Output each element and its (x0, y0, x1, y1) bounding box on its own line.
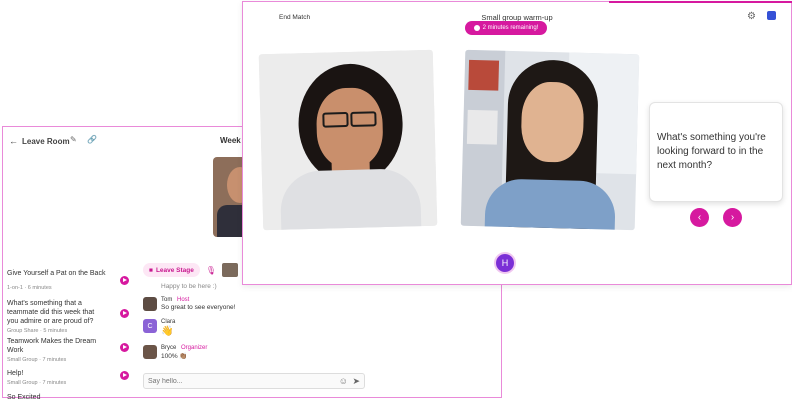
match-window: End Match Small group warm-up 2 minutes … (242, 1, 792, 285)
gear-icon[interactable]: ⚙ (747, 11, 756, 22)
play-icon[interactable] (120, 371, 129, 380)
chat-message-text: 100% 👏🏽 (161, 353, 188, 360)
next-question-button[interactable]: › (723, 208, 742, 227)
chat-message: C Clara 👋 (143, 319, 175, 337)
agenda-item[interactable]: Help! Small Group · 7 minutes (7, 369, 129, 386)
previous-question-button[interactable]: ‹ (690, 208, 709, 227)
chat-message-text: Happy to be here :) (161, 283, 217, 290)
emoji-icon[interactable]: ☺ (339, 376, 348, 386)
chat-message: Tom Host So great to see everyone! (143, 297, 235, 311)
self-video-thumbnail (222, 263, 239, 277)
camera-icon: ■ (149, 266, 153, 274)
chat-input[interactable] (148, 376, 328, 387)
chat-message-text: 👋 (161, 326, 174, 337)
chat-message-text: So great to see everyone! (161, 304, 236, 311)
timer-badge: 2 minutes remaining! (465, 21, 547, 35)
play-icon[interactable] (120, 276, 129, 285)
question-card: What's something you're looking forward … (649, 102, 783, 202)
question-text: What's something you're looking forward … (657, 132, 766, 171)
microphone-icon[interactable]: 🎙 (206, 266, 216, 275)
chat-author: Clara (161, 319, 176, 325)
agenda-item[interactable]: Give Yourself a Pat on the Back 1-on-1 ·… (7, 269, 129, 291)
stage-controls: ■ Leave Stage 🎙 ⋮ (143, 263, 252, 277)
role-badge: Organizer (181, 345, 208, 351)
chat-author: Bryce (161, 345, 177, 351)
send-icon[interactable]: ➤ (352, 376, 360, 387)
avatar: C (143, 319, 157, 333)
clock-icon (473, 25, 480, 31)
chat-message: Bryce Organizer 100% 👏🏽 (143, 345, 207, 360)
agenda-item[interactable]: Teamwork Makes the Dream Work Small Grou… (7, 337, 129, 363)
avatar (143, 297, 157, 311)
progress-line (609, 1, 792, 3)
avatar[interactable]: H (494, 252, 516, 274)
edit-pencil-icon[interactable]: ✎ (70, 135, 77, 144)
link-icon[interactable]: 🔗 (87, 135, 97, 144)
participant-video (258, 49, 438, 231)
play-icon[interactable] (120, 343, 129, 352)
back-arrow-icon: ← (9, 136, 18, 146)
leave-stage-button[interactable]: ■ Leave Stage (143, 263, 200, 277)
chat-input-box[interactable]: ☺ ➤ (143, 373, 365, 389)
app-icon[interactable] (767, 11, 776, 20)
role-badge: Host (177, 297, 190, 303)
chat-author: Tom (161, 297, 173, 303)
agenda-item[interactable]: What's something that a teammate did thi… (7, 299, 129, 334)
participant-video (460, 49, 640, 231)
leave-room-button[interactable]: ← Leave Room (9, 136, 70, 146)
avatar (143, 345, 157, 359)
agenda-item[interactable]: So Excited (7, 393, 129, 402)
play-icon[interactable] (120, 309, 129, 318)
leave-room-label: Leave Room (22, 136, 70, 146)
